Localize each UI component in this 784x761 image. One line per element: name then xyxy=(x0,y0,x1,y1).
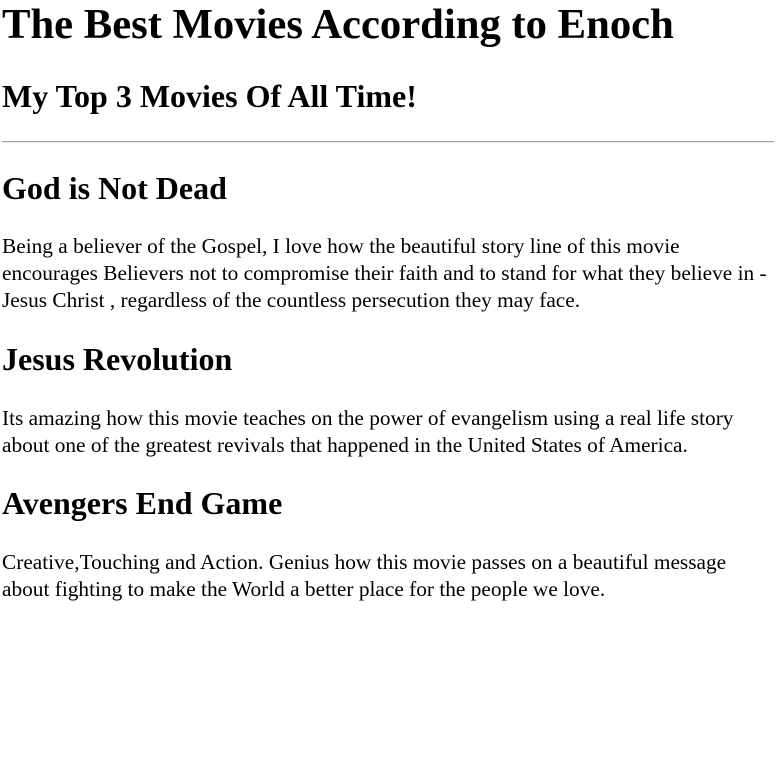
movie-entry: God is Not Dead Being a believer of the … xyxy=(2,170,774,315)
movie-description: Creative,Touching and Action. Genius how… xyxy=(2,549,727,601)
page-title: The Best Movies According to Enoch xyxy=(2,1,674,48)
movie-description: Being a believer of the Gospel, I love h… xyxy=(2,234,767,313)
movie-title: Avengers End Game xyxy=(2,485,283,522)
movie-description: Its amazing how this movie teaches on th… xyxy=(2,405,734,457)
page-subtitle: My Top 3 Movies Of All Time! xyxy=(2,77,417,114)
movie-entry: Jesus Revolution Its amazing how this mo… xyxy=(2,341,774,459)
movie-title: God is Not Dead xyxy=(2,169,227,206)
movie-entry: Avengers End Game Creative,Touching and … xyxy=(2,485,774,603)
movie-title: Jesus Revolution xyxy=(2,340,233,377)
divider xyxy=(2,141,774,144)
